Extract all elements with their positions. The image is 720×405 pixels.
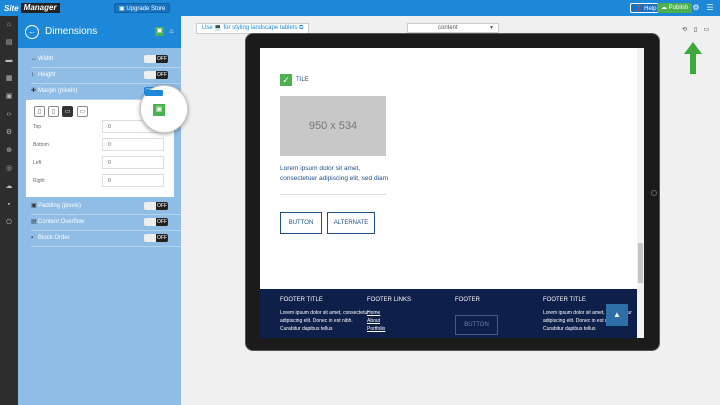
overflow-icon: ▤ xyxy=(31,219,37,225)
rotate-icon[interactable]: ⟲ xyxy=(681,27,688,34)
desktop-view-icon[interactable]: ▭ xyxy=(703,27,710,34)
width-icon: ↔ xyxy=(31,56,37,62)
check-icon: ✓ xyxy=(280,74,292,86)
gear-icon[interactable]: ⚙ xyxy=(692,4,700,12)
row-block-order[interactable]: ▪ Block Order OFF xyxy=(31,231,181,247)
block-order-icon: ▪ xyxy=(31,235,34,241)
margin-right-input[interactable]: 0 xyxy=(102,174,164,187)
arrow-up-icon xyxy=(684,42,702,74)
scrollbar[interactable] xyxy=(637,48,644,338)
magnified-save-icon[interactable]: ▣ xyxy=(153,104,165,116)
body-text: Lorem ipsum dolor sit amet, consectetuer… xyxy=(280,165,389,182)
settings-icon[interactable]: ⚙ xyxy=(4,128,14,138)
power-icon[interactable]: ⏻ xyxy=(4,218,14,228)
code-icon[interactable]: ‹› xyxy=(4,110,14,120)
footer-col-links: FOOTER LINKS Home About Portfolio xyxy=(367,297,457,333)
save-icon[interactable]: ▣ xyxy=(155,27,164,36)
cloud-icon[interactable]: ☁ xyxy=(4,182,14,192)
row-content-overflow[interactable]: ▤ Content Overflow OFF xyxy=(31,215,181,231)
row-width[interactable]: ↔ Width OFF xyxy=(31,52,181,68)
chevron-down-icon: ▼ xyxy=(489,25,494,31)
button-alternate[interactable]: ALTERNATE xyxy=(327,212,375,234)
grid-icon[interactable]: ▦ xyxy=(4,74,14,84)
image-placeholder[interactable]: 950 x 534 xyxy=(280,96,386,156)
desktop-icon[interactable]: ▭ xyxy=(77,106,88,117)
padding-icon: ▣ xyxy=(31,203,37,209)
mobile-icon[interactable]: ▯ xyxy=(34,106,45,117)
footer-button[interactable]: BUTTON xyxy=(455,315,498,335)
publish-button[interactable]: ☁ Publish xyxy=(657,3,693,13)
overflow-toggle[interactable]: OFF xyxy=(144,218,168,226)
tablet-icon[interactable]: ▭ xyxy=(62,106,73,117)
back-arrow-icon[interactable]: ← xyxy=(25,25,39,39)
content-select[interactable]: content ▼ xyxy=(407,23,499,33)
page-icon[interactable]: ▤ xyxy=(4,38,14,48)
scrollbar-thumb[interactable] xyxy=(638,243,643,283)
logo: Site Manager xyxy=(4,3,60,13)
mobile-view-icon[interactable]: ▯ xyxy=(692,27,699,34)
folder-icon[interactable]: ▬ xyxy=(4,56,14,66)
tile-label: TILE xyxy=(296,77,309,83)
footer-col-1: FOOTER TITLE Lorem ipsum dolor sit amet,… xyxy=(280,297,369,332)
margin-icon: ✚ xyxy=(31,88,37,94)
padding-toggle[interactable]: OFF xyxy=(144,202,168,210)
divider xyxy=(280,194,386,195)
dimensions-panel: ← Dimensions ▣ ⌂ ↔ Width OFF ↕ Height OF… xyxy=(18,16,181,405)
cart-icon[interactable]: ⊕ xyxy=(4,146,14,156)
panel-title: Dimensions xyxy=(45,26,98,37)
globe-icon[interactable]: ◎ xyxy=(4,164,14,174)
margin-bottom-input[interactable]: 0 xyxy=(102,138,164,151)
block-order-toggle[interactable]: OFF xyxy=(144,234,168,242)
tablet-screen: ✓ TILE 950 x 534 Lorem ipsum dolor sit a… xyxy=(260,48,644,338)
height-toggle[interactable]: OFF xyxy=(144,71,168,79)
margin-bottom-row: Bottom 0 xyxy=(26,138,174,152)
site-footer: FOOTER TITLE Lorem ipsum dolor sit amet,… xyxy=(260,289,637,338)
margin-left-input[interactable]: 0 xyxy=(102,156,164,169)
home-icon[interactable]: ⌂ xyxy=(167,27,176,36)
width-toggle[interactable]: OFF xyxy=(144,55,168,63)
phone-landscape-icon[interactable]: ▯ xyxy=(48,106,59,117)
lock-icon[interactable]: ▪ xyxy=(4,200,14,210)
upgrade-store-button[interactable]: ▣ Upgrade Store xyxy=(114,3,171,13)
footer-link-home[interactable]: Home xyxy=(367,309,457,317)
footer-link-about[interactable]: About xyxy=(367,317,457,325)
row-padding[interactable]: ▣ Padding (pixels) OFF xyxy=(31,199,181,215)
margin-right-row: Right 0 xyxy=(26,174,174,188)
tablet-frame: ✓ TILE 950 x 534 Lorem ipsum dolor sit a… xyxy=(245,33,660,351)
left-rail: ⌂ ▤ ▬ ▦ ▣ ‹› ⚙ ⊕ ◎ ☁ ▪ ⏻ xyxy=(0,16,18,405)
button-primary[interactable]: BUTTON xyxy=(280,212,322,234)
scroll-up-icon[interactable]: ▲ xyxy=(606,304,628,326)
hamburger-icon[interactable]: ☰ xyxy=(706,4,714,12)
top-bar: Site Manager ▣ Upgrade Store ❓ Help ☁ Pu… xyxy=(0,0,720,16)
home-icon[interactable]: ⌂ xyxy=(4,20,14,30)
zoom-highlight: ▣ xyxy=(140,85,188,133)
panel-header: ← Dimensions ▣ ⌂ xyxy=(18,16,181,48)
footer-col-3: FOOTER xyxy=(455,297,480,303)
magnified-toggle xyxy=(145,90,163,96)
image-icon[interactable]: ▣ xyxy=(4,92,14,102)
margin-left-row: Left 0 xyxy=(26,156,174,170)
tablet-home-button xyxy=(651,190,657,196)
row-height[interactable]: ↕ Height OFF xyxy=(31,68,181,84)
height-icon: ↕ xyxy=(31,72,34,78)
footer-link-portfolio[interactable]: Portfolio xyxy=(367,325,457,333)
